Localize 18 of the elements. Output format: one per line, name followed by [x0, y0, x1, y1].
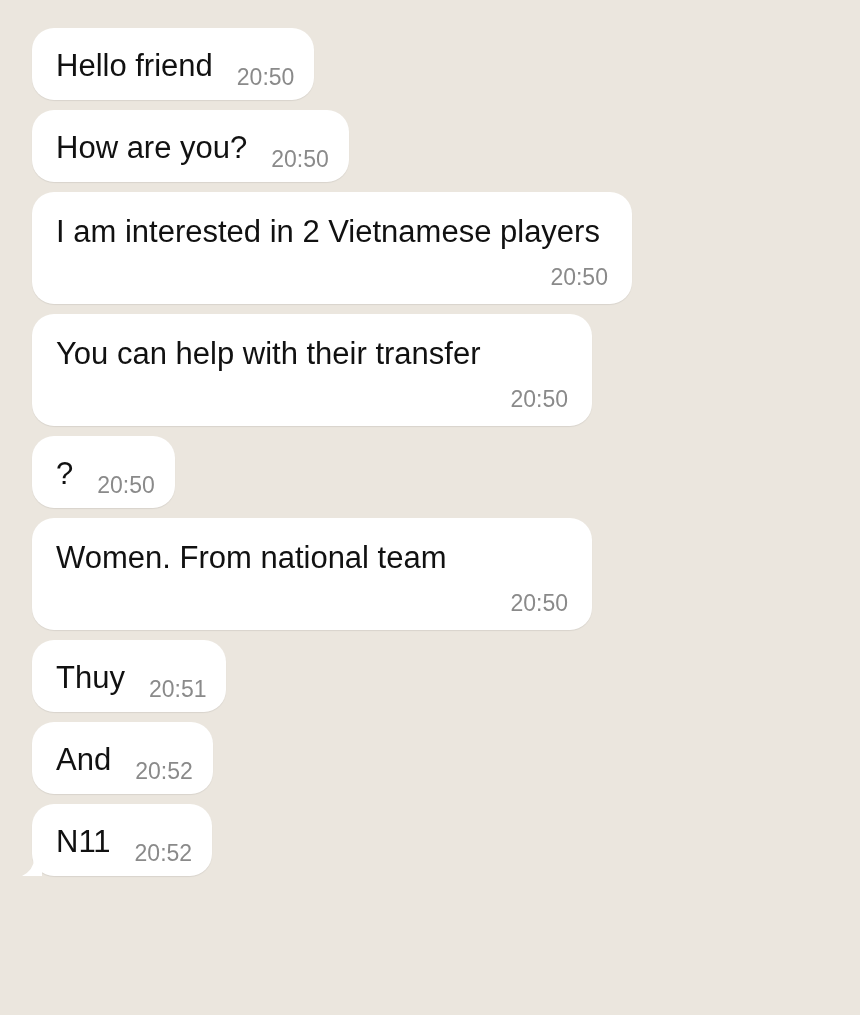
message-time: 20:51	[148, 675, 207, 704]
message-time: 20:52	[134, 839, 193, 868]
message-time: 20:52	[135, 757, 193, 786]
message-time: 20:50	[510, 385, 568, 414]
message-text: ?	[56, 455, 74, 493]
message-text: N11	[56, 823, 111, 861]
message-time: 20:50	[550, 263, 608, 292]
message-time: 20:50	[236, 63, 295, 92]
message-time: 20:50	[97, 471, 155, 500]
message-text: Thuy	[56, 659, 125, 697]
message-text: Hello friend	[56, 47, 213, 85]
message-time: 20:50	[510, 589, 568, 618]
message-text: How are you?	[56, 129, 248, 167]
message-text: And	[56, 741, 112, 779]
message-text: Women. From national team	[56, 539, 448, 577]
message-text: I am interested in 2 Vietnamese players	[56, 213, 601, 251]
message-text: You can help with their transfer	[56, 335, 482, 373]
message-time: 20:50	[271, 145, 329, 174]
